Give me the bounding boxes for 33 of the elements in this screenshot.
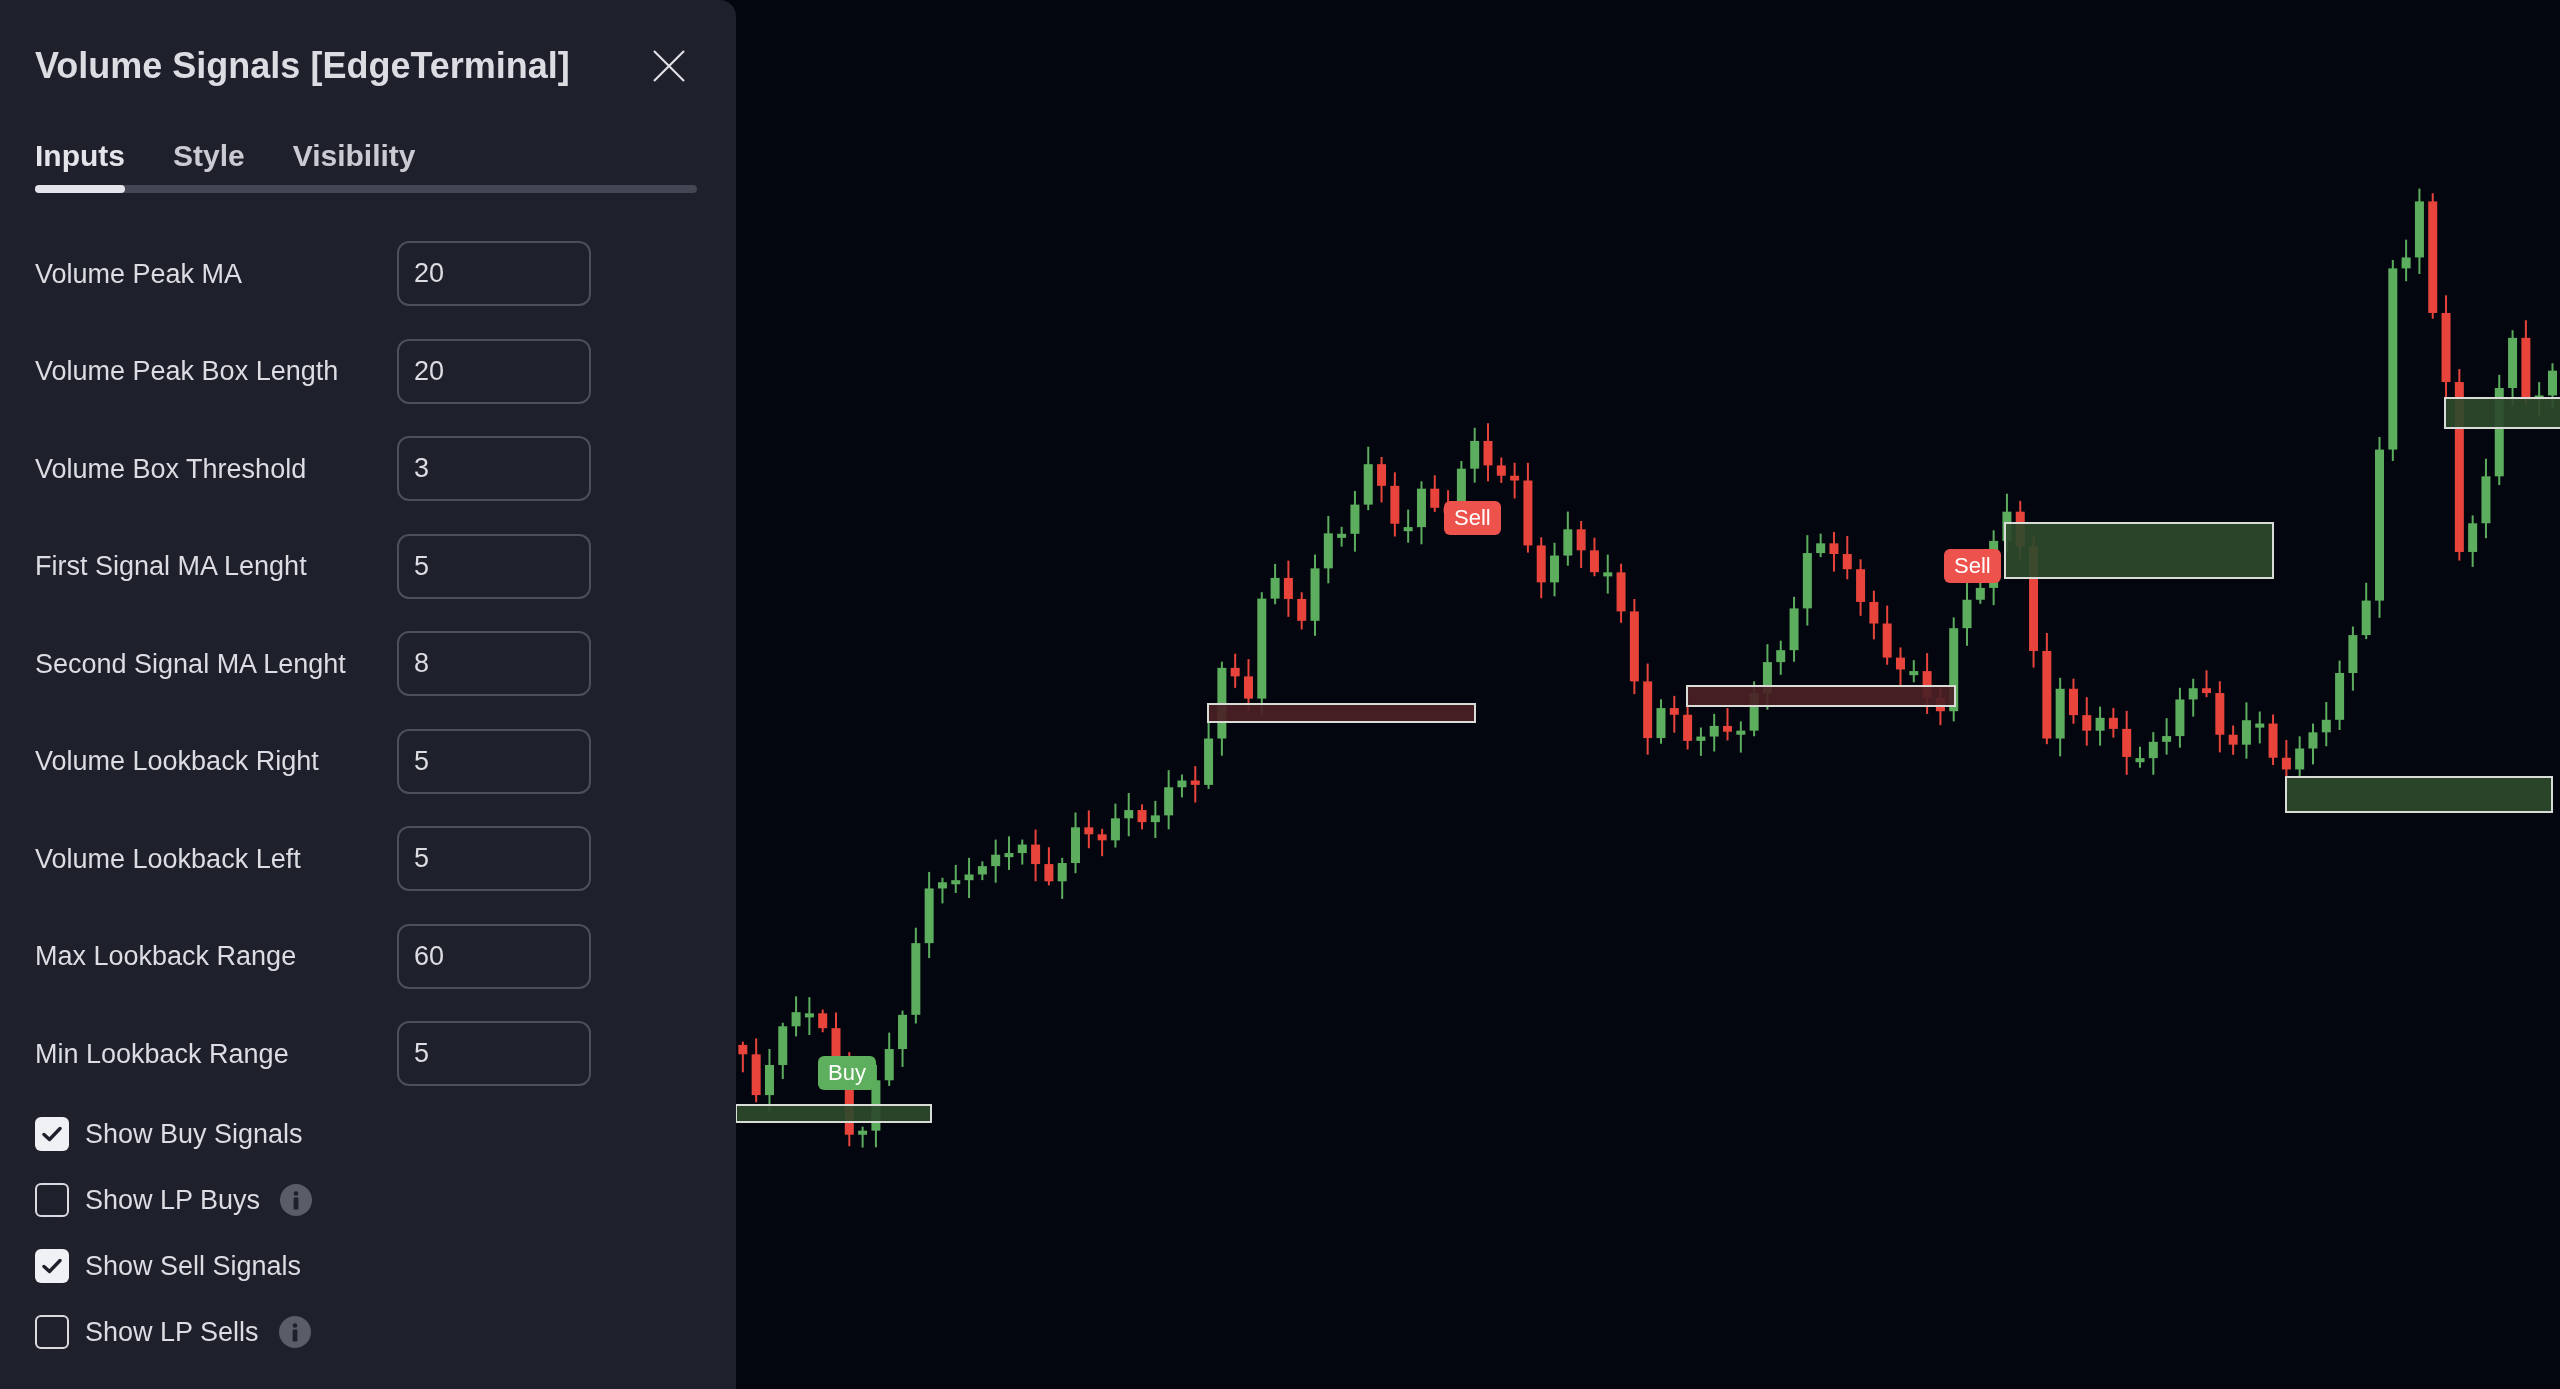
field-label: Volume Lookback Right <box>35 745 320 778</box>
checkbox[interactable] <box>35 1315 69 1349</box>
checkbox-label: Show Buy Signals <box>85 1118 303 1151</box>
input-field[interactable]: 5 <box>397 1021 591 1086</box>
field-label: Second Signal MA Lenght <box>35 647 347 681</box>
tab[interactable]: Inputs <box>35 138 125 193</box>
signal-label: Buy <box>818 1056 876 1090</box>
input-field[interactable]: 20 <box>397 241 591 306</box>
input-field[interactable]: 20 <box>397 338 591 404</box>
checkbox-label: Show Sell Signals <box>85 1250 302 1283</box>
field-label: Volume Lookback Left <box>35 842 302 876</box>
checkbox[interactable] <box>35 1183 69 1217</box>
check-icon <box>42 1258 62 1274</box>
input-field[interactable]: 60 <box>397 923 591 989</box>
checkbox[interactable] <box>35 1249 69 1283</box>
field-label: First Signal MA Lenght <box>35 550 308 583</box>
field-label: Volume Box Threshold <box>35 452 308 486</box>
input-field[interactable]: 5 <box>397 533 591 599</box>
input-field[interactable]: 5 <box>397 826 591 891</box>
field-label: Volume Peak MA <box>35 257 244 291</box>
field-label: Volume Peak Box Length <box>35 355 340 388</box>
check-icon <box>42 1126 62 1142</box>
dialog-title: Volume Signals [EdgeTerminal] <box>35 44 570 88</box>
checkbox-label: Show LP Buys <box>85 1184 261 1217</box>
checkbox-label: Show LP Sells <box>85 1316 259 1349</box>
field-label: Max Lookback Range <box>35 940 298 973</box>
field-label: Min Lookback Range <box>35 1037 290 1071</box>
input-field[interactable]: 8 <box>397 631 591 696</box>
checkbox[interactable] <box>35 1117 69 1151</box>
input-field[interactable]: 3 <box>397 436 591 501</box>
tab[interactable]: Style <box>173 138 245 193</box>
tab[interactable]: Visibility <box>292 138 416 193</box>
input-field[interactable]: 5 <box>397 728 591 794</box>
